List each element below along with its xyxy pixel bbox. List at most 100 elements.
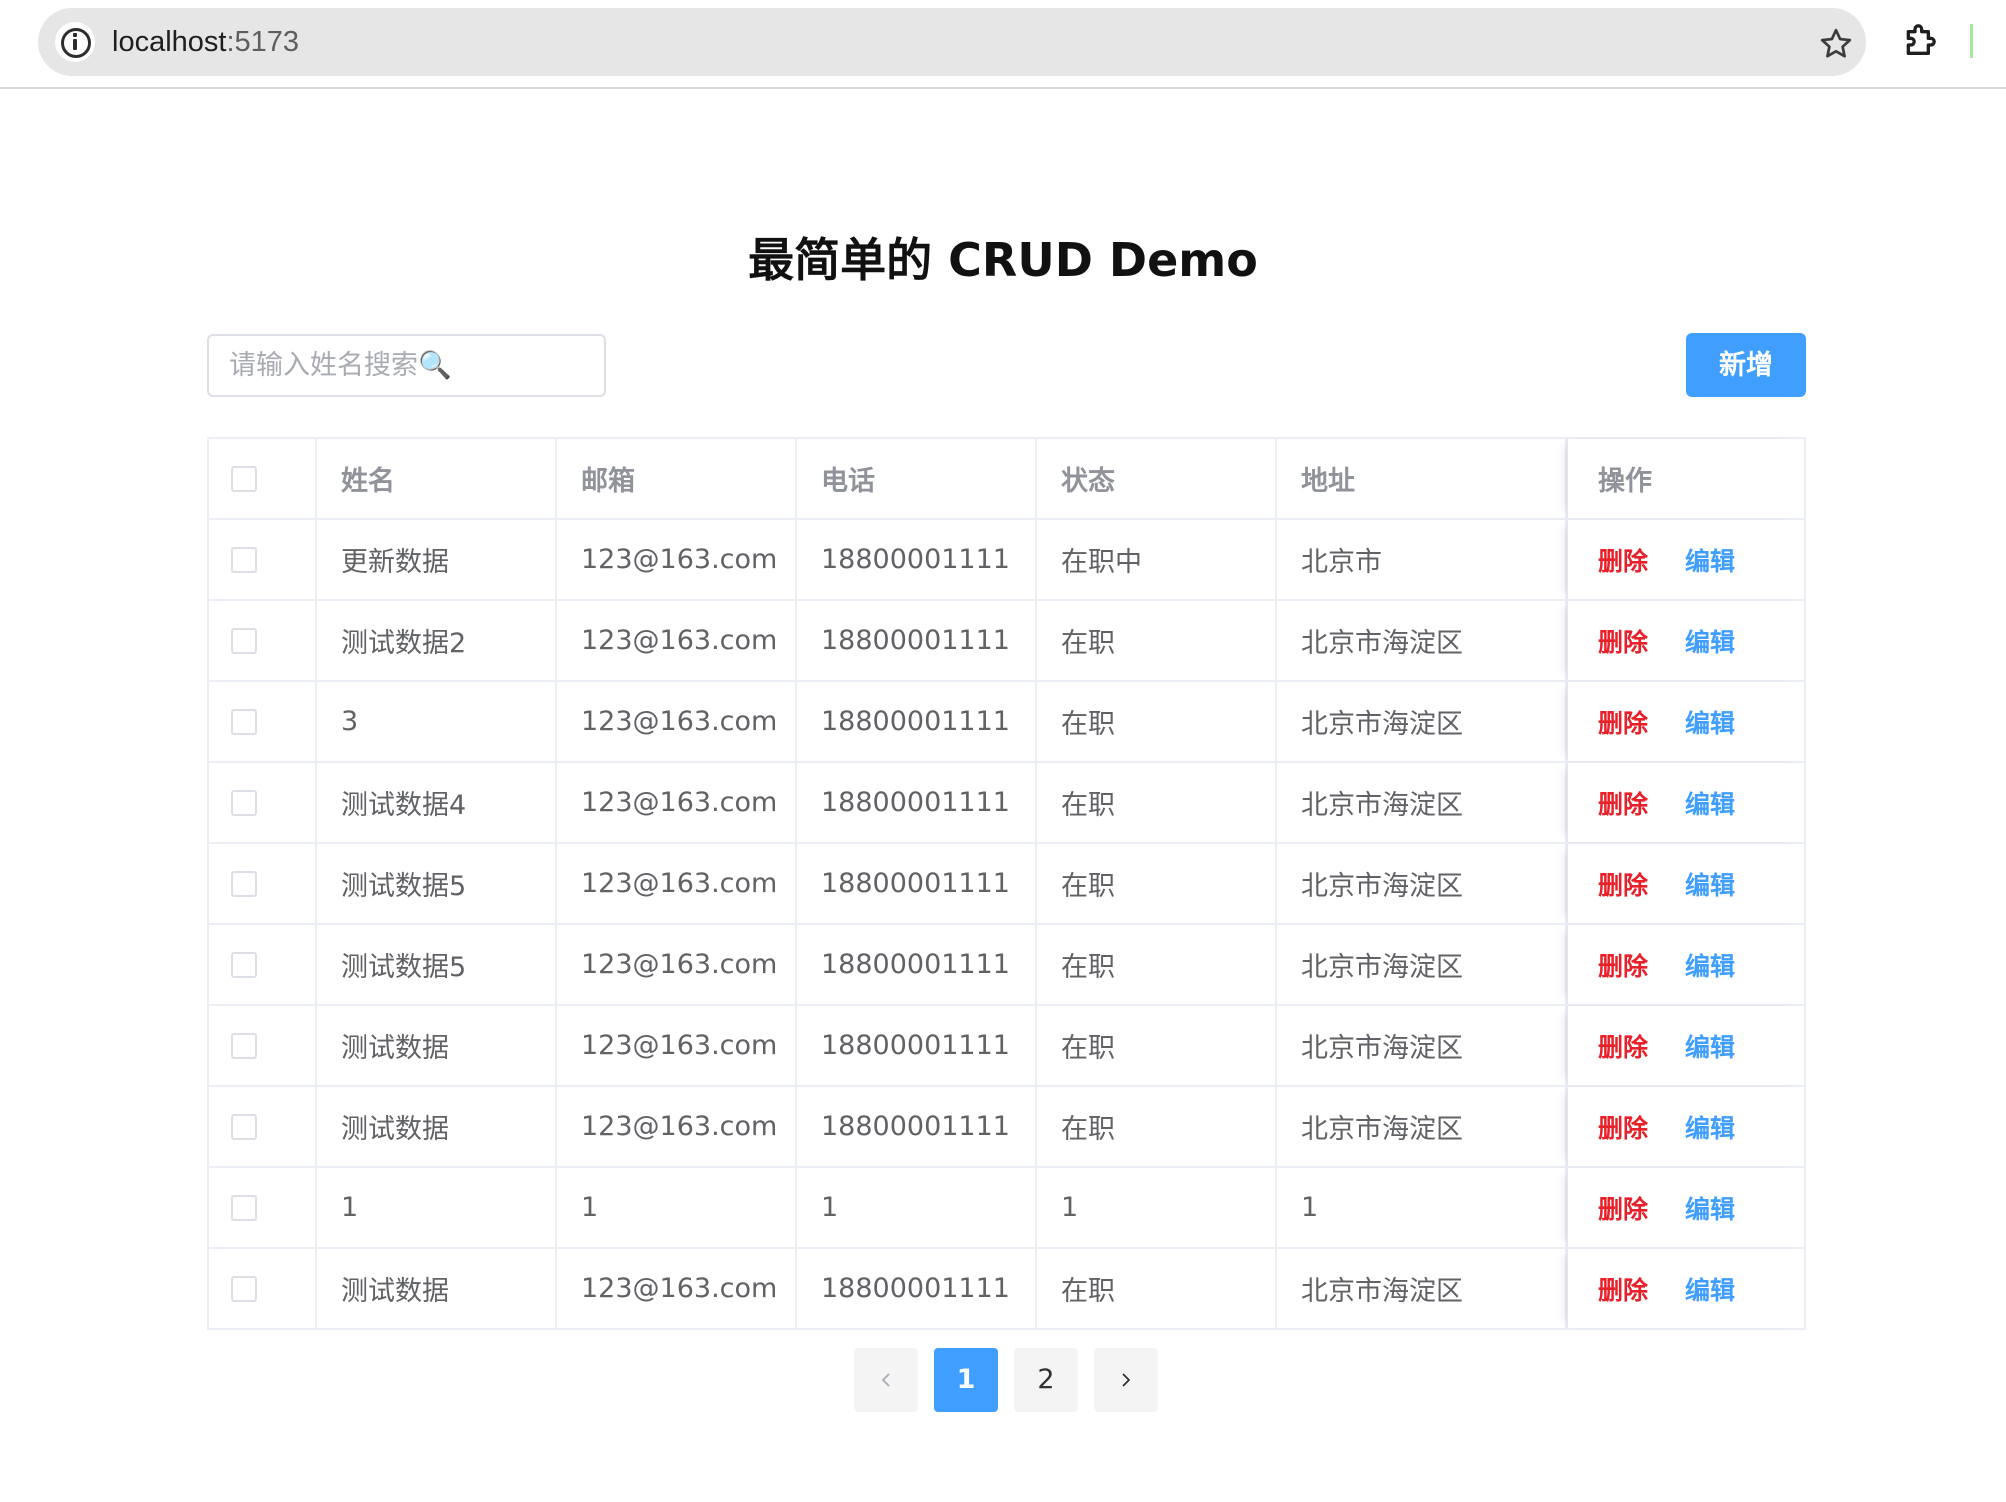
cell-phone: 18800001111 (797, 1249, 1037, 1328)
row-checkbox[interactable] (231, 1275, 257, 1302)
cell-address: 北京市海淀区 (1277, 1006, 1567, 1085)
row-check-cell (209, 520, 317, 599)
cell-email: 123@163.com (557, 520, 797, 599)
edit-button[interactable]: 编辑 (1685, 947, 1735, 983)
row-actions: 删除 编辑 (1567, 1006, 1804, 1085)
delete-button[interactable]: 删除 (1598, 1109, 1648, 1145)
address-bar[interactable]: localhost:5173 (38, 8, 1866, 76)
row-checkbox[interactable] (231, 1113, 257, 1140)
table-row: 1 1 1 1 1 删除 编辑 (209, 1168, 1804, 1249)
cell-name: 测试数据5 (317, 925, 557, 1004)
cell-phone: 18800001111 (797, 601, 1037, 680)
edit-button[interactable]: 编辑 (1685, 785, 1735, 821)
cell-email: 123@163.com (557, 601, 797, 680)
chevron-right-icon (1122, 1373, 1130, 1387)
page-button-1[interactable]: 1 (934, 1348, 998, 1412)
row-checkbox[interactable] (231, 1194, 257, 1221)
edit-button[interactable]: 编辑 (1685, 704, 1735, 740)
cell-status: 在职 (1037, 601, 1277, 680)
row-check-cell (209, 925, 317, 1004)
edit-button[interactable]: 编辑 (1685, 1109, 1735, 1145)
row-checkbox[interactable] (231, 951, 257, 978)
row-actions: 删除 编辑 (1567, 925, 1804, 1004)
cell-name: 测试数据 (317, 1249, 557, 1328)
table-row: 测试数据 123@163.com 18800001111 在职 北京市海淀区 删除 编辑 (209, 1087, 1804, 1168)
page-button-2[interactable]: 2 (1014, 1348, 1078, 1412)
row-check-cell (209, 1249, 317, 1328)
delete-button[interactable]: 删除 (1598, 866, 1648, 902)
delete-button[interactable]: 删除 (1598, 785, 1648, 821)
table-row: 测试数据 123@163.com 18800001111 在职 北京市海淀区 删除 编辑 (209, 1006, 1804, 1087)
row-actions: 删除 编辑 (1567, 1249, 1804, 1328)
column-header-actions: 操作 (1567, 439, 1804, 518)
cell-email: 123@163.com (557, 844, 797, 923)
search-box[interactable] (207, 334, 606, 397)
row-checkbox[interactable] (231, 789, 257, 816)
delete-button[interactable]: 删除 (1598, 1028, 1648, 1064)
row-actions: 删除 编辑 (1567, 520, 1804, 599)
row-checkbox[interactable] (231, 627, 257, 654)
row-check-cell (209, 1087, 317, 1166)
column-header-address: 地址 (1277, 439, 1567, 518)
cell-name: 1 (317, 1168, 557, 1247)
cell-address: 北京市海淀区 (1277, 601, 1567, 680)
cell-address: 北京市海淀区 (1277, 1087, 1567, 1166)
cell-status: 1 (1037, 1168, 1277, 1247)
cell-status: 在职 (1037, 844, 1277, 923)
cell-address: 北京市海淀区 (1277, 925, 1567, 1004)
edit-button[interactable]: 编辑 (1685, 542, 1735, 578)
cell-status: 在职 (1037, 1249, 1277, 1328)
table-row: 测试数据5 123@163.com 18800001111 在职 北京市海淀区 删除 编辑 (209, 844, 1804, 925)
cell-email: 123@163.com (557, 925, 797, 1004)
row-checkbox[interactable] (231, 870, 257, 897)
pagination: 1 2 (854, 1348, 1158, 1412)
delete-button[interactable]: 删除 (1598, 623, 1648, 659)
cell-email: 123@163.com (557, 763, 797, 842)
delete-button[interactable]: 删除 (1598, 704, 1648, 740)
cell-name: 测试数据5 (317, 844, 557, 923)
delete-button[interactable]: 删除 (1598, 1190, 1648, 1226)
info-icon[interactable] (55, 22, 95, 62)
prev-page-button[interactable] (854, 1348, 918, 1412)
cell-email: 123@163.com (557, 1006, 797, 1085)
delete-button[interactable]: 删除 (1598, 947, 1648, 983)
cell-address: 北京市海淀区 (1277, 682, 1567, 761)
next-page-button[interactable] (1094, 1348, 1158, 1412)
row-actions: 删除 编辑 (1567, 1168, 1804, 1247)
url-text[interactable]: localhost:5173 (112, 8, 299, 76)
cell-name: 测试数据2 (317, 601, 557, 680)
search-input[interactable] (209, 336, 604, 395)
data-table: 姓名 邮箱 电话 状态 地址 操作 更新数据 123@163.com 1880000… (207, 437, 1806, 1330)
delete-button[interactable]: 删除 (1598, 542, 1648, 578)
cell-address: 北京市海淀区 (1277, 844, 1567, 923)
row-checkbox[interactable] (231, 546, 257, 573)
table-row: 测试数据5 123@163.com 18800001111 在职 北京市海淀区 删除 编辑 (209, 925, 1804, 1006)
column-header-status: 状态 (1037, 439, 1277, 518)
row-check-cell (209, 763, 317, 842)
edit-button[interactable]: 编辑 (1685, 1028, 1735, 1064)
cell-status: 在职 (1037, 925, 1277, 1004)
add-button[interactable]: 新增 (1686, 333, 1806, 397)
puzzle-icon[interactable] (1900, 20, 1940, 60)
delete-button[interactable]: 删除 (1598, 1271, 1648, 1307)
edit-button[interactable]: 编辑 (1685, 866, 1735, 902)
cell-phone: 18800001111 (797, 763, 1037, 842)
row-checkbox[interactable] (231, 708, 257, 735)
select-all-checkbox[interactable] (231, 465, 257, 492)
cell-address: 1 (1277, 1168, 1567, 1247)
row-actions: 删除 编辑 (1567, 763, 1804, 842)
edit-button[interactable]: 编辑 (1685, 623, 1735, 659)
row-actions: 删除 编辑 (1567, 601, 1804, 680)
profile-indicator (1970, 24, 1973, 58)
row-checkbox[interactable] (231, 1032, 257, 1059)
table-row: 测试数据 123@163.com 18800001111 在职 北京市海淀区 删除 编辑 (209, 1249, 1804, 1328)
url-port: :5173 (226, 26, 300, 58)
cell-email: 123@163.com (557, 682, 797, 761)
edit-button[interactable]: 编辑 (1685, 1190, 1735, 1226)
cell-status: 在职中 (1037, 520, 1277, 599)
cell-email: 123@163.com (557, 1087, 797, 1166)
edit-button[interactable]: 编辑 (1685, 1271, 1735, 1307)
star-icon[interactable] (1818, 26, 1854, 62)
cell-name: 测试数据 (317, 1087, 557, 1166)
row-check-cell (209, 1006, 317, 1085)
